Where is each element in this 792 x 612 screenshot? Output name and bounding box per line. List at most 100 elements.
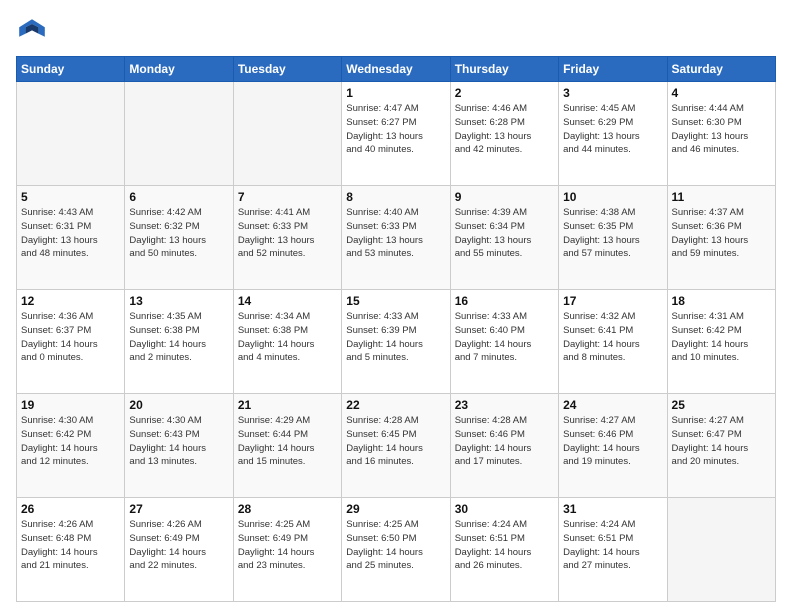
weekday-header: Thursday — [450, 57, 558, 82]
day-info: Sunrise: 4:26 AM Sunset: 6:48 PM Dayligh… — [21, 518, 120, 573]
day-number: 19 — [21, 398, 120, 412]
day-number: 8 — [346, 190, 445, 204]
calendar-cell: 14 Sunrise: 4:34 AM Sunset: 6:38 PM Dayli… — [233, 290, 341, 394]
calendar-cell: 18 Sunrise: 4:31 AM Sunset: 6:42 PM Dayli… — [667, 290, 775, 394]
calendar-cell: 26 Sunrise: 4:26 AM Sunset: 6:48 PM Dayli… — [17, 498, 125, 602]
day-number: 2 — [455, 86, 554, 100]
calendar-cell: 17 Sunrise: 4:32 AM Sunset: 6:41 PM Dayli… — [559, 290, 667, 394]
day-info: Sunrise: 4:27 AM Sunset: 6:47 PM Dayligh… — [672, 414, 771, 469]
day-info: Sunrise: 4:30 AM Sunset: 6:42 PM Dayligh… — [21, 414, 120, 469]
day-number: 6 — [129, 190, 228, 204]
weekday-header: Tuesday — [233, 57, 341, 82]
day-info: Sunrise: 4:44 AM Sunset: 6:30 PM Dayligh… — [672, 102, 771, 157]
day-number: 15 — [346, 294, 445, 308]
calendar-cell — [125, 82, 233, 186]
calendar-cell: 27Sunrise: 4:26 AM Sunset: 6:49 PM Dayli… — [125, 498, 233, 602]
day-info: Sunrise: 4:24 AM Sunset: 6:51 PM Dayligh… — [455, 518, 554, 573]
weekday-header: Sunday — [17, 57, 125, 82]
day-number: 25 — [672, 398, 771, 412]
day-info: Sunrise: 4:35 AM Sunset: 6:38 PM Dayligh… — [129, 310, 228, 365]
calendar-cell: 12 Sunrise: 4:36 AM Sunset: 6:37 PM Dayli… — [17, 290, 125, 394]
weekday-header: Friday — [559, 57, 667, 82]
day-number: 23 — [455, 398, 554, 412]
calendar-cell: 1 Sunrise: 4:47 AM Sunset: 6:27 PM Daylig… — [342, 82, 450, 186]
day-info: Sunrise: 4:30 AM Sunset: 6:43 PM Dayligh… — [129, 414, 228, 469]
day-number: 24 — [563, 398, 662, 412]
calendar-cell: 23Sunrise: 4:28 AM Sunset: 6:46 PM Dayli… — [450, 394, 558, 498]
day-number: 1 — [346, 86, 445, 100]
day-info: Sunrise: 4:43 AM Sunset: 6:31 PM Dayligh… — [21, 206, 120, 261]
day-number: 4 — [672, 86, 771, 100]
weekday-header: Monday — [125, 57, 233, 82]
calendar-cell: 9Sunrise: 4:39 AM Sunset: 6:34 PM Daylig… — [450, 186, 558, 290]
calendar-cell: 3 Sunrise: 4:45 AM Sunset: 6:29 PM Daylig… — [559, 82, 667, 186]
day-number: 17 — [563, 294, 662, 308]
day-info: Sunrise: 4:24 AM Sunset: 6:51 PM Dayligh… — [563, 518, 662, 573]
day-number: 28 — [238, 502, 337, 516]
calendar-cell — [233, 82, 341, 186]
calendar-week-row: 5 Sunrise: 4:43 AM Sunset: 6:31 PM Daylig… — [17, 186, 776, 290]
logo-icon — [16, 16, 48, 48]
calendar-cell: 20 Sunrise: 4:30 AM Sunset: 6:43 PM Dayli… — [125, 394, 233, 498]
day-info: Sunrise: 4:28 AM Sunset: 6:45 PM Dayligh… — [346, 414, 445, 469]
calendar-week-row: 12 Sunrise: 4:36 AM Sunset: 6:37 PM Dayli… — [17, 290, 776, 394]
day-info: Sunrise: 4:33 AM Sunset: 6:39 PM Dayligh… — [346, 310, 445, 365]
calendar-cell: 11Sunrise: 4:37 AM Sunset: 6:36 PM Dayli… — [667, 186, 775, 290]
day-number: 7 — [238, 190, 337, 204]
day-info: Sunrise: 4:25 AM Sunset: 6:49 PM Dayligh… — [238, 518, 337, 573]
day-number: 30 — [455, 502, 554, 516]
calendar-cell: 22Sunrise: 4:28 AM Sunset: 6:45 PM Dayli… — [342, 394, 450, 498]
day-info: Sunrise: 4:42 AM Sunset: 6:32 PM Dayligh… — [129, 206, 228, 261]
day-number: 16 — [455, 294, 554, 308]
calendar-cell: 10Sunrise: 4:38 AM Sunset: 6:35 PM Dayli… — [559, 186, 667, 290]
calendar-cell: 28 Sunrise: 4:25 AM Sunset: 6:49 PM Dayli… — [233, 498, 341, 602]
calendar-cell: 19 Sunrise: 4:30 AM Sunset: 6:42 PM Dayli… — [17, 394, 125, 498]
calendar-cell: 30 Sunrise: 4:24 AM Sunset: 6:51 PM Dayli… — [450, 498, 558, 602]
weekday-header: Wednesday — [342, 57, 450, 82]
calendar-cell: 16Sunrise: 4:33 AM Sunset: 6:40 PM Dayli… — [450, 290, 558, 394]
day-number: 20 — [129, 398, 228, 412]
day-info: Sunrise: 4:29 AM Sunset: 6:44 PM Dayligh… — [238, 414, 337, 469]
day-info: Sunrise: 4:39 AM Sunset: 6:34 PM Dayligh… — [455, 206, 554, 261]
calendar-cell: 8Sunrise: 4:40 AM Sunset: 6:33 PM Daylig… — [342, 186, 450, 290]
calendar-table: SundayMondayTuesdayWednesdayThursdayFrid… — [16, 56, 776, 602]
calendar-cell: 29 Sunrise: 4:25 AM Sunset: 6:50 PM Dayli… — [342, 498, 450, 602]
day-number: 21 — [238, 398, 337, 412]
day-number: 5 — [21, 190, 120, 204]
day-info: Sunrise: 4:45 AM Sunset: 6:29 PM Dayligh… — [563, 102, 662, 157]
day-info: Sunrise: 4:47 AM Sunset: 6:27 PM Dayligh… — [346, 102, 445, 157]
day-number: 31 — [563, 502, 662, 516]
day-info: Sunrise: 4:46 AM Sunset: 6:28 PM Dayligh… — [455, 102, 554, 157]
logo — [16, 16, 52, 48]
calendar-cell: 7 Sunrise: 4:41 AM Sunset: 6:33 PM Daylig… — [233, 186, 341, 290]
day-info: Sunrise: 4:36 AM Sunset: 6:37 PM Dayligh… — [21, 310, 120, 365]
day-info: Sunrise: 4:41 AM Sunset: 6:33 PM Dayligh… — [238, 206, 337, 261]
day-info: Sunrise: 4:38 AM Sunset: 6:35 PM Dayligh… — [563, 206, 662, 261]
day-info: Sunrise: 4:25 AM Sunset: 6:50 PM Dayligh… — [346, 518, 445, 573]
header — [16, 16, 776, 48]
day-info: Sunrise: 4:34 AM Sunset: 6:38 PM Dayligh… — [238, 310, 337, 365]
day-info: Sunrise: 4:32 AM Sunset: 6:41 PM Dayligh… — [563, 310, 662, 365]
day-number: 26 — [21, 502, 120, 516]
day-number: 18 — [672, 294, 771, 308]
calendar-cell: 21 Sunrise: 4:29 AM Sunset: 6:44 PM Dayli… — [233, 394, 341, 498]
calendar-cell: 6 Sunrise: 4:42 AM Sunset: 6:32 PM Daylig… — [125, 186, 233, 290]
calendar-cell: 5 Sunrise: 4:43 AM Sunset: 6:31 PM Daylig… — [17, 186, 125, 290]
day-number: 11 — [672, 190, 771, 204]
calendar-week-row: 26 Sunrise: 4:26 AM Sunset: 6:48 PM Dayli… — [17, 498, 776, 602]
day-number: 3 — [563, 86, 662, 100]
weekday-header: Saturday — [667, 57, 775, 82]
day-number: 27 — [129, 502, 228, 516]
day-number: 29 — [346, 502, 445, 516]
day-number: 14 — [238, 294, 337, 308]
calendar-cell — [17, 82, 125, 186]
calendar-week-row: 1 Sunrise: 4:47 AM Sunset: 6:27 PM Daylig… — [17, 82, 776, 186]
day-info: Sunrise: 4:31 AM Sunset: 6:42 PM Dayligh… — [672, 310, 771, 365]
calendar-cell: 31 Sunrise: 4:24 AM Sunset: 6:51 PM Dayli… — [559, 498, 667, 602]
calendar-cell — [667, 498, 775, 602]
day-number: 12 — [21, 294, 120, 308]
calendar-cell: 15 Sunrise: 4:33 AM Sunset: 6:39 PM Dayli… — [342, 290, 450, 394]
calendar-week-row: 19 Sunrise: 4:30 AM Sunset: 6:42 PM Dayli… — [17, 394, 776, 498]
calendar-cell: 24Sunrise: 4:27 AM Sunset: 6:46 PM Dayli… — [559, 394, 667, 498]
calendar-cell: 2 Sunrise: 4:46 AM Sunset: 6:28 PM Daylig… — [450, 82, 558, 186]
